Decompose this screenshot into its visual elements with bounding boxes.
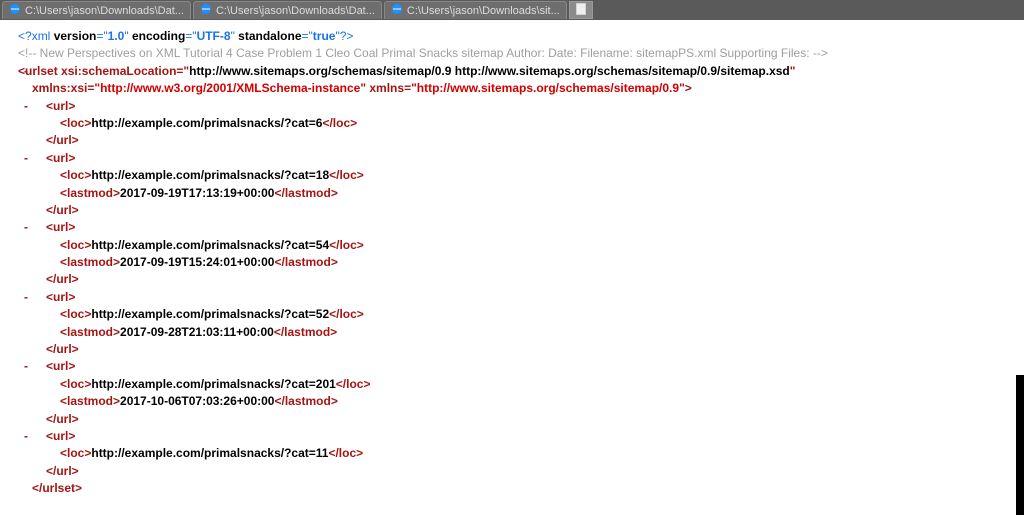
tab-label: C:\Users\jason\Downloads\Dat... xyxy=(25,5,184,17)
blank-page-icon xyxy=(576,3,586,18)
browser-tab-2[interactable]: C:\Users\jason\Downloads\sit... xyxy=(384,1,567,19)
new-tab-button[interactable] xyxy=(569,1,593,19)
xml-line: </urlset> xyxy=(32,481,82,495)
ie-icon xyxy=(9,3,21,18)
xml-line: <lastmod>2017-09-19T15:24:01+00:00</last… xyxy=(60,255,338,269)
xml-line: <loc>http://example.com/primalsnacks/?ca… xyxy=(60,377,370,391)
ie-icon xyxy=(200,3,212,18)
collapse-toggle[interactable]: - xyxy=(24,98,28,115)
collapse-toggle[interactable]: - xyxy=(24,358,28,375)
xml-line: <loc>http://example.com/primalsnacks/?ca… xyxy=(60,116,357,130)
xml-line: <loc>http://example.com/primalsnacks/?ca… xyxy=(60,446,363,460)
collapse-toggle[interactable]: - xyxy=(24,428,28,445)
browser-tab-0[interactable]: C:\Users\jason\Downloads\Dat... xyxy=(2,1,191,19)
xml-line: <url> xyxy=(46,220,75,234)
browser-tab-1[interactable]: C:\Users\jason\Downloads\Dat... xyxy=(193,1,382,19)
xml-line: <lastmod>2017-09-19T17:13:19+00:00</last… xyxy=(60,186,338,200)
collapse-toggle[interactable]: - xyxy=(24,150,28,167)
xml-line: <url> xyxy=(46,429,75,443)
ie-icon xyxy=(391,3,403,18)
xml-line: <url> xyxy=(46,151,75,165)
xml-line: </url> xyxy=(46,464,79,478)
xml-line: <loc>http://example.com/primalsnacks/?ca… xyxy=(60,238,364,252)
collapse-toggle[interactable]: - xyxy=(24,63,28,80)
xml-line: <loc>http://example.com/primalsnacks/?ca… xyxy=(60,307,364,321)
xml-line: </url> xyxy=(46,133,79,147)
xml-viewer: <?xml version="1.0" encoding="UTF-8" sta… xyxy=(0,20,1024,511)
overlay-strip xyxy=(1016,375,1024,515)
xml-line: </url> xyxy=(46,203,79,217)
xml-line: <url> xyxy=(46,359,75,373)
xml-line: <lastmod>2017-09-28T21:03:11+00:00</last… xyxy=(60,325,337,339)
xml-line: </url> xyxy=(46,342,79,356)
tab-label: C:\Users\jason\Downloads\sit... xyxy=(407,5,560,17)
tab-bar: C:\Users\jason\Downloads\Dat... C:\Users… xyxy=(0,0,1024,20)
xml-line: <url> xyxy=(46,99,75,113)
xml-line: <lastmod>2017-10-06T07:03:26+00:00</last… xyxy=(60,394,338,408)
xml-line: </url> xyxy=(46,272,79,286)
tab-label: C:\Users\jason\Downloads\Dat... xyxy=(216,5,375,17)
collapse-toggle[interactable]: - xyxy=(24,289,28,306)
xml-line: <?xml version="1.0" encoding="UTF-8" sta… xyxy=(18,29,353,43)
xml-line: </url> xyxy=(46,412,79,426)
xml-line: <!-- New Perspectives on XML Tutorial 4 … xyxy=(18,46,828,60)
xml-line: <urlset xsi:schemaLocation="http://www.s… xyxy=(18,64,795,78)
xml-line: xmlns:xsi="http://www.w3.org/2001/XMLSch… xyxy=(32,81,692,95)
xml-line: <url> xyxy=(46,290,75,304)
xml-line: <loc>http://example.com/primalsnacks/?ca… xyxy=(60,168,364,182)
collapse-toggle[interactable]: - xyxy=(24,219,28,236)
